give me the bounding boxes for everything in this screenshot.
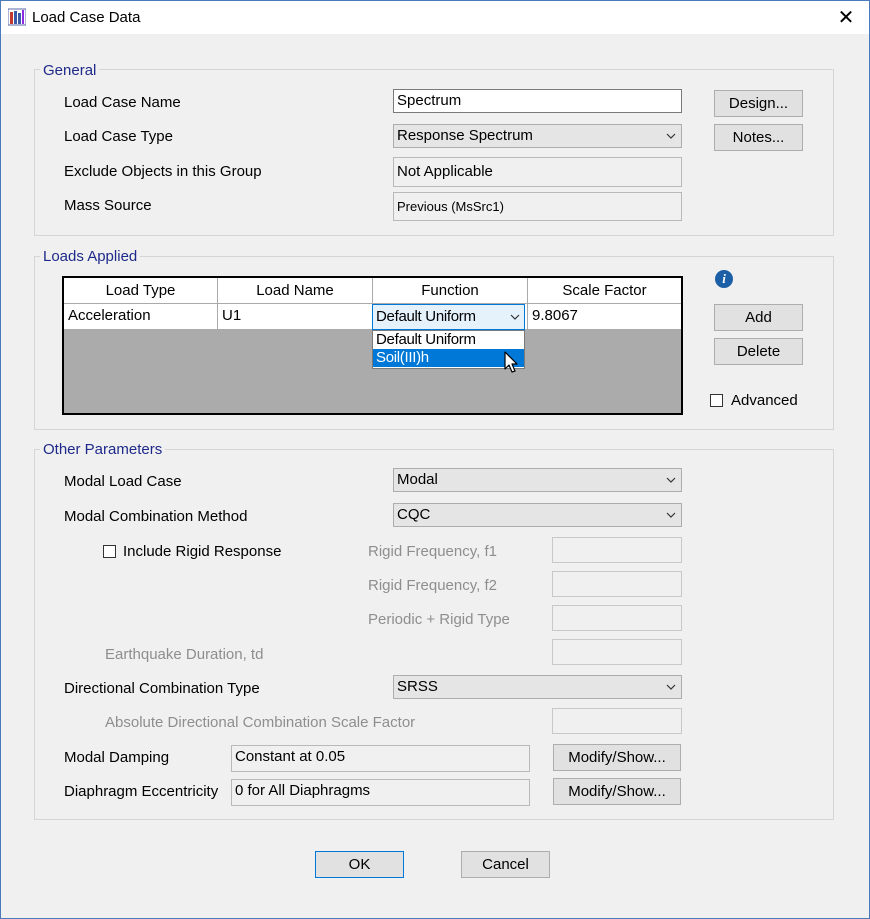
window-title: Load Case Data [32,9,141,26]
rigid-frequency-f2-label: Rigid Frequency, f2 [368,577,497,594]
cell-scale-factor[interactable]: 9.8067 [528,304,681,330]
function-option-default-uniform[interactable]: Default Uniform [373,331,524,349]
function-dropdown[interactable]: Default Uniform [372,304,525,330]
modal-load-case-label: Modal Load Case [64,473,182,490]
absolute-directional-scale-factor-label: Absolute Directional Combination Scale F… [105,714,416,731]
directional-combination-type-label: Directional Combination Type [64,680,260,697]
chevron-down-icon [666,512,676,518]
chevron-down-icon [666,684,676,690]
diaphragm-eccentricity-modify-button[interactable]: Modify/Show... [553,778,681,805]
periodic-rigid-type-label: Periodic + Rigid Type [368,611,510,628]
load-case-data-dialog: Load Case Data ✕ General Load Case Name … [0,0,870,919]
close-icon: ✕ [837,7,855,29]
periodic-rigid-type-input [552,605,682,631]
mass-source-field: Previous (MsSrc1) [393,192,682,221]
function-dropdown-value: Default Uniform [376,308,476,325]
chevron-down-icon [510,314,520,320]
modal-combination-method-select[interactable]: CQC [393,503,682,527]
modal-combination-method-label: Modal Combination Method [64,508,248,525]
info-icon[interactable]: i [715,270,733,288]
exclude-objects-label: Exclude Objects in this Group [64,163,262,180]
modal-damping-field: Constant at 0.05 [231,745,530,772]
chevron-down-icon [666,477,676,483]
load-case-type-label: Load Case Type [64,128,173,145]
exclude-objects-field: Not Applicable [393,157,682,187]
cell-load-name[interactable]: U1 [218,304,373,330]
modal-damping-label: Modal Damping [64,749,170,766]
loads-applied-group-title: Loads Applied [40,248,141,265]
include-rigid-response-checkbox[interactable] [103,545,116,558]
general-group-title: General [40,62,100,79]
delete-button[interactable]: Delete [714,338,803,365]
directional-combination-type-select[interactable]: SRSS [393,675,682,699]
earthquake-duration-label: Earthquake Duration, td [105,646,264,663]
diaphragm-eccentricity-field: 0 for All Diaphragms [231,779,530,806]
column-header-scale-factor[interactable]: Scale Factor [528,278,681,304]
advanced-checkbox[interactable] [710,394,723,407]
modal-load-case-select[interactable]: Modal [393,468,682,492]
load-case-type-select[interactable]: Response Spectrum [393,124,682,148]
function-option-soil-iii-h[interactable]: Soil(III)h [373,349,524,367]
design-button[interactable]: Design... [714,90,803,117]
title-bar: Load Case Data ✕ [1,1,869,34]
notes-button[interactable]: Notes... [714,124,803,151]
column-header-load-type[interactable]: Load Type [64,278,218,304]
function-dropdown-list: Default Uniform Soil(III)h [372,330,525,369]
include-rigid-response-label: Include Rigid Response [123,543,282,560]
load-case-name-input[interactable]: Spectrum [393,89,682,113]
earthquake-duration-input [552,639,682,665]
modal-damping-modify-button[interactable]: Modify/Show... [553,744,681,771]
rigid-frequency-f2-input [552,571,682,597]
advanced-label: Advanced [731,392,798,409]
directional-combination-type-value: SRSS [397,678,438,695]
ok-button[interactable]: OK [315,851,404,878]
load-case-name-label: Load Case Name [64,94,181,111]
load-case-type-value: Response Spectrum [397,127,533,144]
dialog-client-area: General Load Case Name Spectrum Load Cas… [12,51,855,908]
rigid-frequency-f1-label: Rigid Frequency, f1 [368,543,497,560]
column-header-load-name[interactable]: Load Name [218,278,373,304]
column-header-function[interactable]: Function [373,278,528,304]
mass-source-label: Mass Source [64,197,152,214]
mouse-pointer-icon [504,351,518,373]
diaphragm-eccentricity-label: Diaphragm Eccentricity [64,783,219,800]
modal-combination-method-value: CQC [397,506,431,523]
cell-load-type[interactable]: Acceleration [64,304,218,330]
etabs-app-icon [8,8,26,26]
add-button[interactable]: Add [714,304,803,331]
close-button[interactable]: ✕ [823,1,869,34]
chevron-down-icon [666,133,676,139]
absolute-directional-scale-factor-input [552,708,682,734]
cancel-button[interactable]: Cancel [461,851,550,878]
other-parameters-group-title: Other Parameters [40,441,166,458]
modal-load-case-value: Modal [397,471,438,488]
rigid-frequency-f1-input [552,537,682,563]
